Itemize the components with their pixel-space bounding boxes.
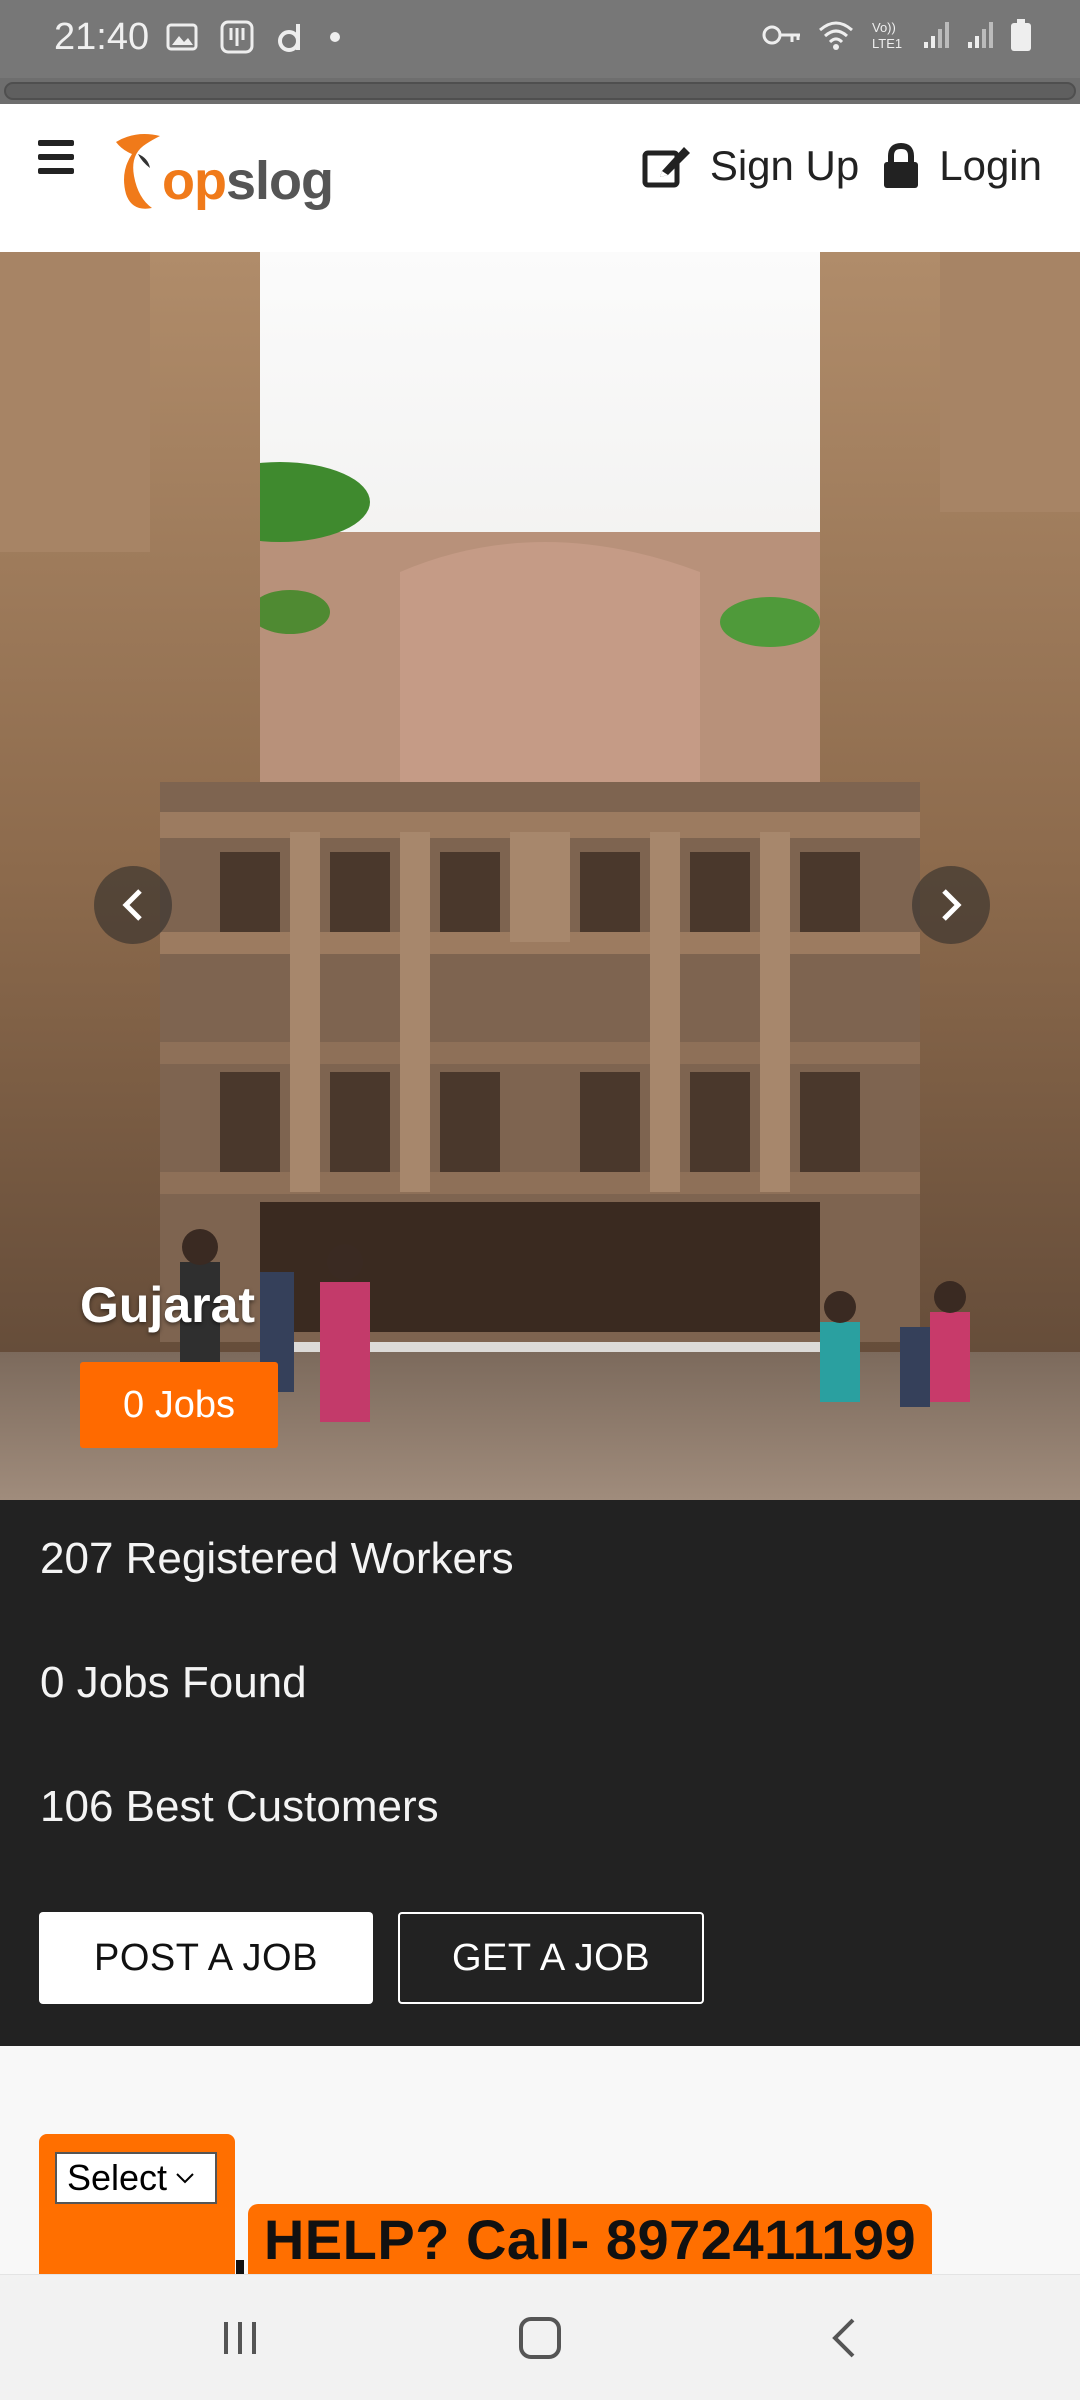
- browser-drag-handle[interactable]: [0, 78, 1080, 104]
- lock-icon: [884, 143, 919, 188]
- best-customers-stat: 106 Best Customers: [40, 1782, 439, 1831]
- logo-swirl-icon: [116, 134, 160, 209]
- stats-section: 207 Registered Workers 0 Jobs Found 106 …: [0, 1500, 1080, 2046]
- hero-title: Gujarat: [80, 1277, 256, 1333]
- back-button[interactable]: [814, 2311, 874, 2365]
- svg-text:LTE1: LTE1: [872, 36, 902, 51]
- image-icon: [166, 23, 198, 51]
- language-select-container: Select: [39, 2134, 235, 2274]
- select-value[interactable]: Select: [67, 2157, 167, 2199]
- clock: 21:40: [54, 16, 150, 58]
- svg-text:Vo)): Vo)): [872, 20, 896, 35]
- signal-icon: [924, 22, 949, 48]
- recent-apps-icon: [224, 2322, 256, 2354]
- signup-label[interactable]: Sign Up: [710, 142, 859, 190]
- system-nav-bar: [0, 2274, 1080, 2400]
- dot-icon: [330, 32, 340, 42]
- get-job-button[interactable]: GET A JOB: [398, 1912, 704, 2004]
- edit-icon: [642, 147, 690, 188]
- site-header: opslog Sign Up Login: [0, 104, 1080, 252]
- home-button[interactable]: [510, 2311, 570, 2365]
- auth-nav: Sign Up Login: [642, 142, 1042, 190]
- separator-dot: [236, 2260, 244, 2274]
- key-icon: [762, 25, 800, 45]
- status-bar: 21:40 Vo)) LTE1: [0, 0, 1080, 78]
- language-select[interactable]: Select: [55, 2152, 217, 2204]
- jobs-count-button[interactable]: 0 Jobs: [80, 1362, 278, 1448]
- menu-icon[interactable]: [38, 140, 74, 174]
- voicemail-icon: [220, 20, 254, 54]
- signup-link[interactable]: Sign Up: [642, 142, 859, 190]
- chevron-right-icon: [942, 889, 962, 921]
- jobs-found-stat: 0 Jobs Found: [40, 1658, 307, 1707]
- back-icon: [832, 2318, 855, 2358]
- signal-icon: [968, 22, 993, 48]
- battery-icon: [1011, 19, 1031, 51]
- carousel-next-button[interactable]: [912, 866, 990, 944]
- recent-apps-button[interactable]: [210, 2311, 270, 2365]
- wifi-icon: [819, 21, 853, 50]
- d-app-icon: [278, 24, 300, 52]
- drag-handle-pill[interactable]: [4, 82, 1076, 100]
- chevron-down-icon: [175, 2165, 195, 2191]
- chevron-left-icon: [122, 889, 142, 921]
- login-link[interactable]: Login: [881, 142, 1042, 190]
- help-call-banner[interactable]: HELP? Call- 8972411199: [248, 2204, 932, 2274]
- logo-text-slog: slog: [225, 151, 334, 211]
- notification-icons: [166, 20, 342, 54]
- login-label[interactable]: Login: [939, 142, 1042, 190]
- carousel-prev-button[interactable]: [94, 866, 172, 944]
- hero-carousel: Gujarat 0 Jobs: [0, 252, 1080, 1500]
- volte-icon: Vo))LTE1: [872, 20, 902, 51]
- home-icon: [519, 2317, 561, 2359]
- logo-text-op: op: [162, 151, 227, 211]
- post-job-button[interactable]: POST A JOB: [39, 1912, 373, 2004]
- system-icons: Vo)) LTE1: [762, 18, 1032, 52]
- footer-area: Select HELP? Call- 8972411199: [0, 2046, 1080, 2274]
- registered-workers-stat: 207 Registered Workers: [40, 1534, 514, 1583]
- site-logo[interactable]: opslog: [108, 124, 334, 224]
